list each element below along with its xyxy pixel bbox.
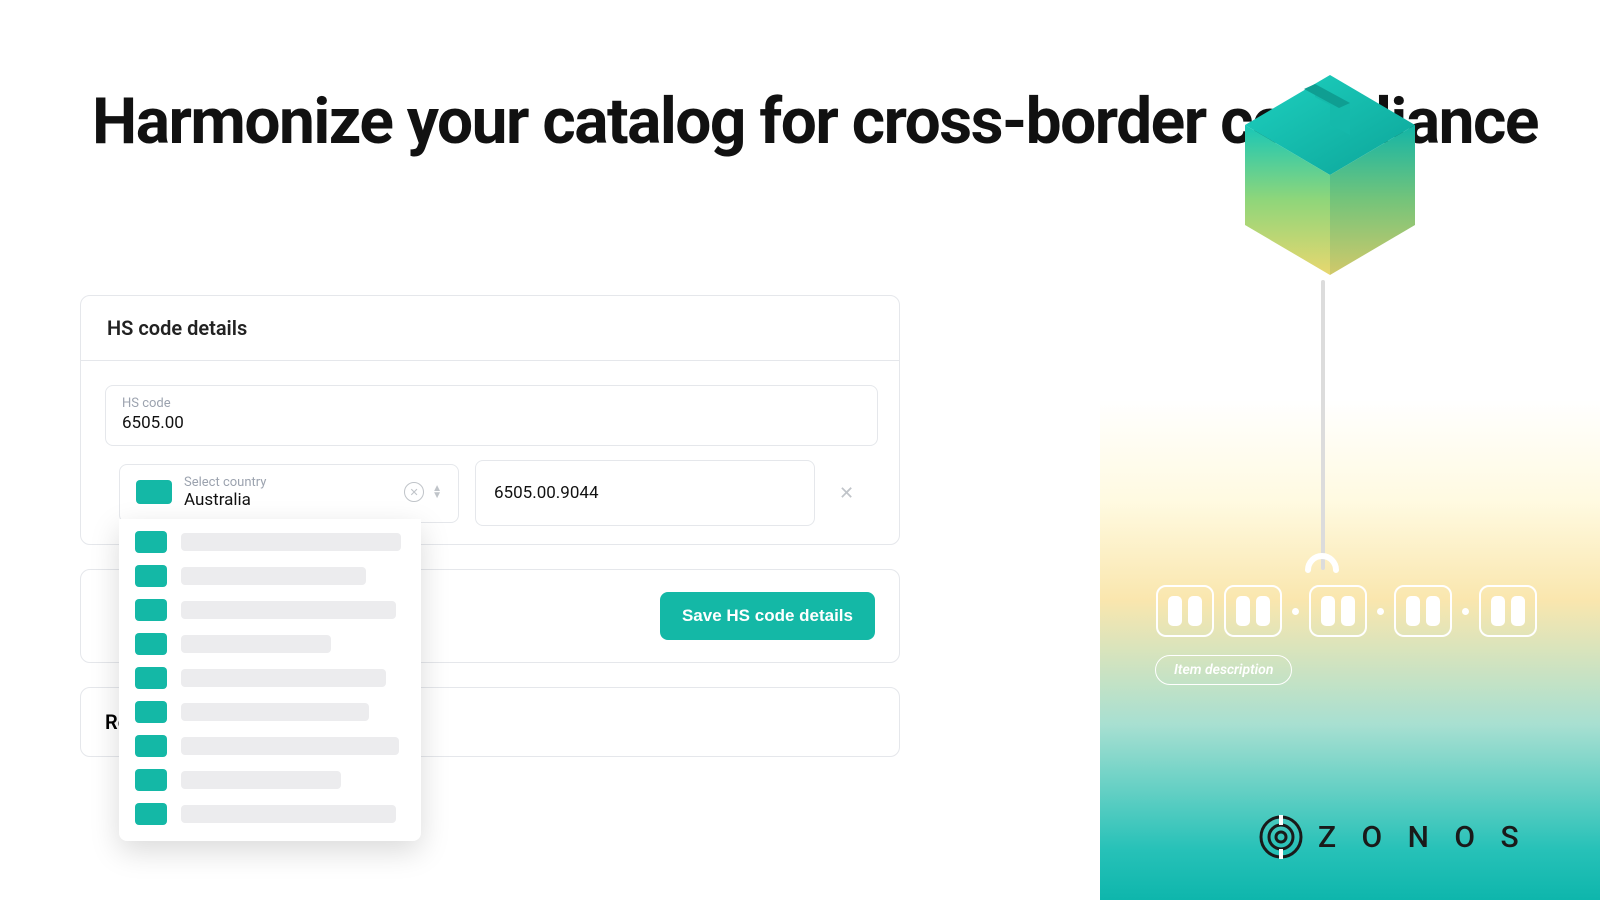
flag-icon bbox=[135, 769, 167, 791]
dropdown-option[interactable] bbox=[131, 661, 409, 695]
flag-icon bbox=[136, 480, 172, 504]
dropdown-option[interactable] bbox=[131, 559, 409, 593]
hs-code-card: HS code details HS code 6505.00 Select c… bbox=[80, 295, 900, 545]
option-placeholder bbox=[181, 567, 366, 585]
form-area: HS code details HS code 6505.00 Select c… bbox=[80, 295, 900, 757]
dot-separator bbox=[1292, 608, 1299, 615]
hs-pair bbox=[1156, 585, 1214, 637]
flag-icon bbox=[135, 565, 167, 587]
hs-pair bbox=[1309, 585, 1367, 637]
card-body: HS code 6505.00 Select country Australia… bbox=[81, 361, 899, 544]
illustration-panel: Item description Z O N O S bbox=[1100, 0, 1600, 900]
zonos-mark-icon bbox=[1258, 814, 1304, 860]
option-placeholder bbox=[181, 703, 369, 721]
dot-separator bbox=[1462, 608, 1469, 615]
remove-row-icon[interactable]: ✕ bbox=[831, 475, 862, 512]
brand-logo: Z O N O S bbox=[1258, 814, 1528, 860]
package-box-icon bbox=[1235, 70, 1425, 284]
connector-line bbox=[1321, 280, 1325, 570]
country-label: Select country bbox=[184, 475, 404, 490]
brand-name: Z O N O S bbox=[1318, 820, 1528, 855]
option-placeholder bbox=[181, 669, 386, 687]
option-placeholder bbox=[181, 533, 401, 551]
dropdown-option[interactable] bbox=[131, 525, 409, 559]
dot-separator bbox=[1377, 608, 1384, 615]
dropdown-option[interactable] bbox=[131, 695, 409, 729]
option-placeholder bbox=[181, 805, 396, 823]
dropdown-option[interactable] bbox=[131, 627, 409, 661]
dropdown-option[interactable] bbox=[131, 729, 409, 763]
flag-icon bbox=[135, 735, 167, 757]
flag-icon bbox=[135, 803, 167, 825]
country-value: Australia bbox=[184, 490, 404, 510]
flag-icon bbox=[135, 667, 167, 689]
option-placeholder bbox=[181, 771, 341, 789]
flag-icon bbox=[135, 531, 167, 553]
country-dropdown bbox=[119, 519, 421, 841]
hs-pair bbox=[1394, 585, 1452, 637]
dropdown-option[interactable] bbox=[131, 593, 409, 627]
hs-code-input[interactable]: HS code 6505.00 bbox=[105, 385, 878, 446]
hs-pair bbox=[1479, 585, 1537, 637]
option-placeholder bbox=[181, 737, 399, 755]
flag-icon bbox=[135, 599, 167, 621]
item-description-pill: Item description bbox=[1155, 655, 1292, 685]
clear-icon[interactable]: ✕ bbox=[404, 482, 424, 502]
country-select[interactable]: Select country Australia ✕ ▲▼ bbox=[119, 464, 459, 523]
flag-icon bbox=[135, 701, 167, 723]
hs-pair bbox=[1224, 585, 1282, 637]
hs-code-label: HS code bbox=[122, 396, 861, 411]
option-placeholder bbox=[181, 601, 396, 619]
save-button[interactable]: Save HS code details bbox=[660, 592, 875, 640]
extended-code-input[interactable]: 6505.00.9044 bbox=[475, 460, 815, 526]
country-row: Select country Australia ✕ ▲▼ 6505.00.90… bbox=[119, 460, 875, 526]
hs-code-value: 6505.00 bbox=[122, 413, 861, 433]
chevron-updown-icon[interactable]: ▲▼ bbox=[432, 486, 442, 499]
option-placeholder bbox=[181, 635, 331, 653]
flag-icon bbox=[135, 633, 167, 655]
hs-code-graphic bbox=[1156, 585, 1537, 637]
card-title: HS code details bbox=[81, 296, 899, 361]
dropdown-option[interactable] bbox=[131, 763, 409, 797]
dropdown-option[interactable] bbox=[131, 797, 409, 831]
